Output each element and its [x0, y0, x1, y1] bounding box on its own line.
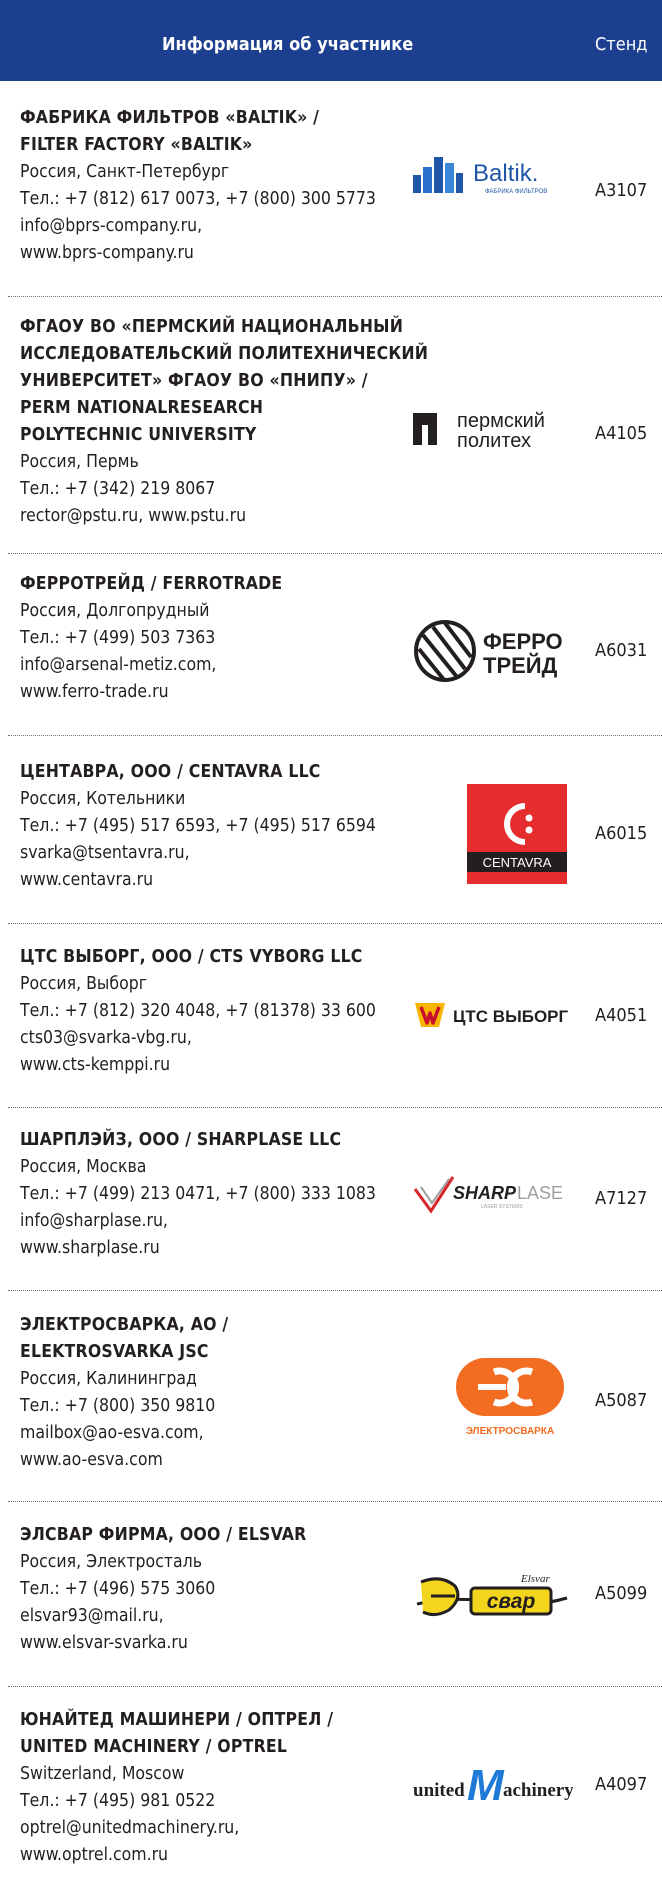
exhibitor-location: Россия, Пермь [20, 452, 139, 472]
exhibitor-phone: Тел.: +7 (800) 350 9810 [20, 1396, 216, 1416]
entry-text: ФГАОУ ВО «ПЕРМСКИЙ НАЦИОНАЛЬНЫЙ ИССЛЕДОВ… [20, 314, 428, 530]
exhibitor-name: ФГАОУ ВО «ПЕРМСКИЙ НАЦИОНАЛЬНЫЙ ИССЛЕДОВ… [20, 317, 429, 445]
exhibitor-phone: Тел.: +7 (812) 320 4048, +7 (81378) 33 6… [20, 1001, 376, 1021]
exhibitor-phone: Тел.: +7 (496) 575 3060 [20, 1579, 216, 1599]
svg-text:M: M [467, 1761, 505, 1808]
exhibitor-email: info@sharplase.ru, [20, 1211, 168, 1231]
svg-text:achinery: achinery [503, 1780, 573, 1801]
exhibitor-location: Россия, Долгопрудный [20, 601, 210, 621]
exhibitor-email: info@bprs-company.ru, [20, 216, 203, 236]
centavra-logo: CENTAVRA [467, 784, 567, 884]
exhibitor-website: www.ao-esva.com [20, 1450, 163, 1470]
exhibitor-website: www.sharplase.ru [20, 1238, 160, 1258]
svg-text:LASE: LASE [517, 1183, 563, 1203]
svg-text:ЦТС ВЫБОРГ: ЦТС ВЫБОРГ [453, 1007, 569, 1026]
svg-text:Baltik.: Baltik. [473, 160, 538, 187]
header-info: Информация об участнике [162, 34, 414, 55]
elektrosvarka-logo: ЭЛЕКТРОСВАРКА [456, 1358, 564, 1437]
divider [8, 296, 662, 297]
svg-text:ЭЛЕКТРОСВАРКА: ЭЛЕКТРОСВАРКА [466, 1426, 554, 1437]
divider [8, 1107, 662, 1108]
exhibitor-email: rector@pstu.ru, www.pstu.ru [20, 506, 247, 526]
svg-text:Elsvar: Elsvar [520, 1573, 550, 1585]
divider [8, 1290, 662, 1291]
exhibitor-location: Россия, Калининград [20, 1369, 197, 1389]
exhibitor-name: ФАБРИКА ФИЛЬТРОВ «BALTIK» / FILTER FACTO… [20, 108, 320, 155]
stand-number: A5099 [595, 1583, 648, 1604]
exhibitor-phone: Тел.: +7 (499) 503 7363 [20, 628, 216, 648]
exhibitor-website: www.bprs-company.ru [20, 243, 194, 263]
sharplase-logo: SHARP LASE LASER SYSTEMS [413, 1176, 563, 1214]
entry-text: ЦТС ВЫБОРГ, ООО / CTS VYBORG LLC Россия,… [20, 944, 376, 1079]
stand-number: A7127 [595, 1188, 648, 1209]
exhibitor-name: ЦЕНТАВРА, ООО / CENTAVRA LLC [20, 762, 321, 782]
svg-text:свар: свар [487, 1590, 536, 1613]
exhibitor-location: Россия, Котельники [20, 789, 186, 809]
exhibitor-phone: Тел.: +7 (342) 219 8067 [20, 479, 216, 499]
entry-text: ЮНАЙТЕД МАШИНЕРИ / ОПТРЕЛ / UNITED MACHI… [20, 1707, 333, 1869]
stand-number: A4051 [595, 1005, 648, 1026]
exhibitor-website: www.centavra.ru [20, 870, 154, 890]
exhibitor-name: ЦТС ВЫБОРГ, ООО / CTS VYBORG LLC [20, 947, 363, 967]
exhibitor-email: cts03@svarka-vbg.ru, [20, 1028, 192, 1048]
exhibitor-email: info@arsenal-metiz.com, [20, 655, 217, 675]
stand-number: A6031 [595, 640, 648, 661]
ferrotrade-logo: ФЕРРО ТРЕЙД [414, 620, 563, 683]
exhibitor-location: Россия, Санкт-Петербург [20, 162, 230, 182]
svg-text:ФАБРИКА ФИЛЬТРОВ: ФАБРИКА ФИЛЬТРОВ [485, 189, 547, 195]
exhibitor-website: www.ferro-trade.ru [20, 682, 169, 702]
elsvar-logo: свар Elsvar [416, 1573, 568, 1617]
stand-number: A4097 [595, 1774, 648, 1795]
table-header: Информация об участнике Стенд [0, 0, 662, 81]
stand-number: A5087 [595, 1390, 648, 1411]
exhibitor-location: Россия, Москва [20, 1157, 147, 1177]
exhibitor-name: ЮНАЙТЕД МАШИНЕРИ / ОПТРЕЛ / UNITED MACHI… [20, 1710, 334, 1757]
divider [8, 735, 662, 736]
exhibitor-email: mailbox@ao-esva.com, [20, 1423, 204, 1443]
perm-polytech-logo: пермский политех [413, 410, 545, 451]
exhibitor-name: ШАРПЛЭЙЗ, ООО / SHARPLASE LLC [20, 1130, 342, 1150]
svg-text:SHARP: SHARP [453, 1183, 517, 1203]
stand-number: A6015 [595, 823, 648, 844]
svg-text:CENTAVRA: CENTAVRA [483, 855, 552, 870]
exhibitor-phone: Тел.: +7 (812) 617 0073, +7 (800) 300 57… [20, 189, 376, 209]
entry-text: ЦЕНТАВРА, ООО / CENTAVRA LLC Россия, Кот… [20, 759, 376, 894]
exhibitor-phone: Тел.: +7 (495) 517 6593, +7 (495) 517 65… [20, 816, 376, 836]
svg-text:united: united [413, 1780, 465, 1801]
exhibitor-name: ФЕРРОТРЕЙД / FERROTRADE [20, 574, 283, 594]
header-stand: Стенд [595, 34, 648, 55]
exhibitor-website: www.elsvar-svarka.ru [20, 1633, 188, 1653]
svg-text:политех: политех [457, 430, 531, 451]
divider [8, 1686, 662, 1687]
svg-text:LASER SYSTEMS: LASER SYSTEMS [481, 1204, 523, 1210]
exhibitor-name: ЭЛЕКТРОСВАРКА, АО / ELEKTROSVARKA JSC [20, 1315, 229, 1362]
exhibitor-location: Россия, Электросталь [20, 1552, 203, 1572]
exhibitor-email: elsvar93@mail.ru, [20, 1606, 164, 1626]
exhibitor-name: ЭЛСВАР ФИРМА, ООО / ELSVAR [20, 1525, 307, 1545]
divider [8, 553, 662, 554]
exhibitor-phone: Тел.: +7 (495) 981 0522 [20, 1791, 216, 1811]
svg-text:ТРЕЙД: ТРЕЙД [483, 653, 558, 678]
exhibitor-website: www.optrel.com.ru [20, 1845, 169, 1865]
stand-number: A4105 [595, 423, 648, 444]
entry-text: ЭЛЕКТРОСВАРКА, АО / ELEKTROSVARKA JSC Ро… [20, 1312, 228, 1474]
entry-text: ФАБРИКА ФИЛЬТРОВ «BALTIK» / FILTER FACTO… [20, 105, 376, 267]
entry-text: ШАРПЛЭЙЗ, ООО / SHARPLASE LLC Россия, Мо… [20, 1127, 376, 1262]
exhibitor-email: optrel@unitedmachinery.ru, [20, 1818, 240, 1838]
exhibitor-email: svarka@tsentavra.ru, [20, 843, 190, 863]
entry-text: ФЕРРОТРЕЙД / FERROTRADE Россия, Долгопру… [20, 571, 282, 706]
exhibitor-website: www.cts-kemppi.ru [20, 1055, 171, 1075]
stand-number: A3107 [595, 180, 648, 201]
entry-text: ЭЛСВАР ФИРМА, ООО / ELSVAR Россия, Элект… [20, 1522, 307, 1657]
svg-text:ФЕРРО: ФЕРРО [483, 629, 563, 654]
exhibitor-location: Россия, Выборг [20, 974, 147, 994]
divider [8, 1501, 662, 1502]
cts-vyborg-logo: ЦТС ВЫБОРГ [415, 1003, 569, 1027]
divider [8, 923, 662, 924]
baltik-logo: Baltik. ФАБРИКА ФИЛЬТРОВ [413, 157, 547, 195]
united-machinery-logo: united M achinery [413, 1761, 573, 1808]
exhibitor-phone: Тел.: +7 (499) 213 0471, +7 (800) 333 10… [20, 1184, 376, 1204]
exhibitor-location: Switzerland, Moscow [20, 1764, 185, 1784]
svg-text:пермский: пермский [457, 410, 545, 432]
